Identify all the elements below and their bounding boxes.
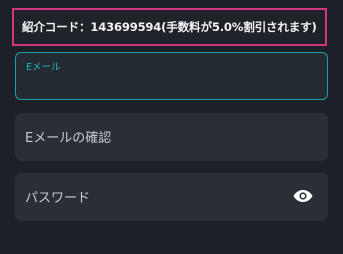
eye-icon-svg — [293, 190, 313, 202]
email-input[interactable] — [26, 73, 317, 93]
email-confirm-label: Eメールの確認 — [25, 131, 112, 146]
referral-code-banner: 紹介コード：143699594(手数料が5.0%割引されます) — [12, 8, 327, 46]
email-field[interactable]: Eメール — [15, 52, 328, 100]
password-label: パスワード — [25, 191, 91, 206]
email-field-label: Eメール — [26, 62, 61, 73]
referral-code-text: 紹介コード：143699594(手数料が5.0%割引されます) — [22, 20, 317, 34]
eye-icon[interactable] — [293, 188, 313, 204]
password-field[interactable]: パスワード — [15, 173, 328, 221]
email-confirm-field[interactable]: Eメールの確認 — [15, 113, 328, 161]
